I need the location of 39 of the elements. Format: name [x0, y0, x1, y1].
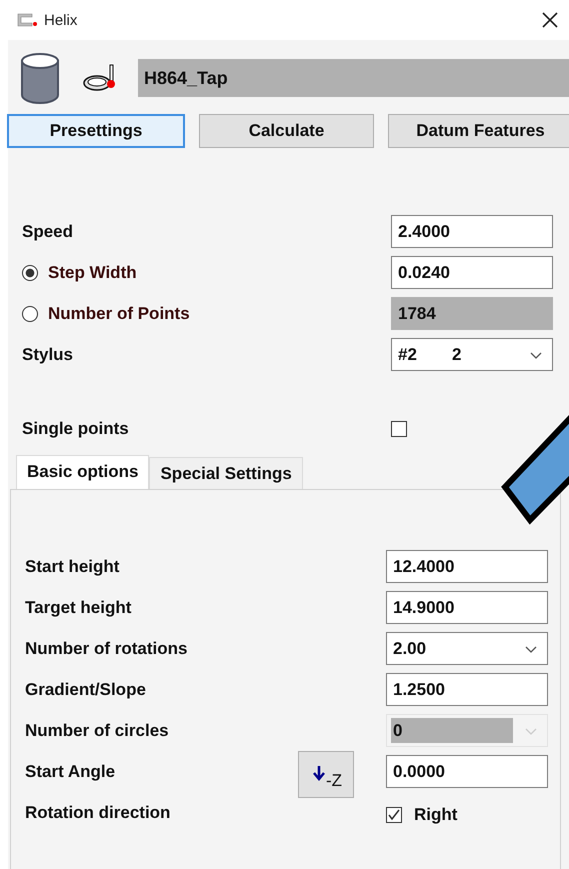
input-field[interactable]: 12.4000 — [386, 550, 548, 583]
setting-label: Stylus — [22, 344, 74, 364]
checkbox[interactable] — [391, 420, 407, 436]
input-field[interactable]: 2.4000 — [391, 215, 553, 248]
option-label: Rotation direction — [25, 802, 170, 822]
input-field[interactable]: 0.0000 — [386, 755, 548, 788]
input-field[interactable]: 14.9000 — [386, 591, 548, 624]
chevron-icon — [525, 728, 537, 735]
dropdown[interactable]: 2.00 — [386, 632, 548, 665]
close-icon[interactable] — [541, 11, 559, 29]
direction-button[interactable]: -Z — [298, 750, 354, 798]
option-label: Target height — [25, 598, 132, 618]
input-field[interactable]: 1.2500 — [386, 673, 548, 706]
setting-label: Single points — [22, 418, 129, 438]
tab-button[interactable]: Calculate — [199, 114, 374, 148]
tab-button[interactable]: Datum Features — [388, 114, 569, 148]
checkbox[interactable] — [386, 806, 402, 822]
tab[interactable]: Basic options — [16, 455, 150, 489]
option-label: Number of rotations — [25, 638, 188, 658]
option-label: Number of Points — [48, 304, 190, 324]
tab[interactable]: Special Settings — [149, 457, 303, 489]
app-logo-icon — [16, 13, 38, 27]
cylinder-icon — [20, 52, 60, 104]
option-label: Step Width — [48, 262, 137, 282]
tab-button[interactable]: Presettings — [7, 114, 185, 148]
stylus-dropdown[interactable]: #2 2 — [391, 338, 553, 371]
radio-button[interactable] — [22, 264, 38, 280]
checkbox-label: Right — [414, 804, 458, 824]
setting-label: Speed — [22, 222, 74, 242]
window-title: Helix — [44, 12, 78, 28]
option-label: Start height — [25, 556, 120, 576]
chevron-icon — [525, 646, 537, 653]
down-arrow-icon — [312, 766, 326, 782]
input-field[interactable]: 0.0240 — [391, 256, 553, 289]
option-label: Number of circles — [25, 720, 169, 740]
option-label: Start Angle — [25, 762, 116, 782]
option-label: Gradient/Slope — [25, 680, 146, 700]
part-name-field: H864_Tap — [138, 59, 569, 97]
chevron-icon — [530, 352, 542, 359]
